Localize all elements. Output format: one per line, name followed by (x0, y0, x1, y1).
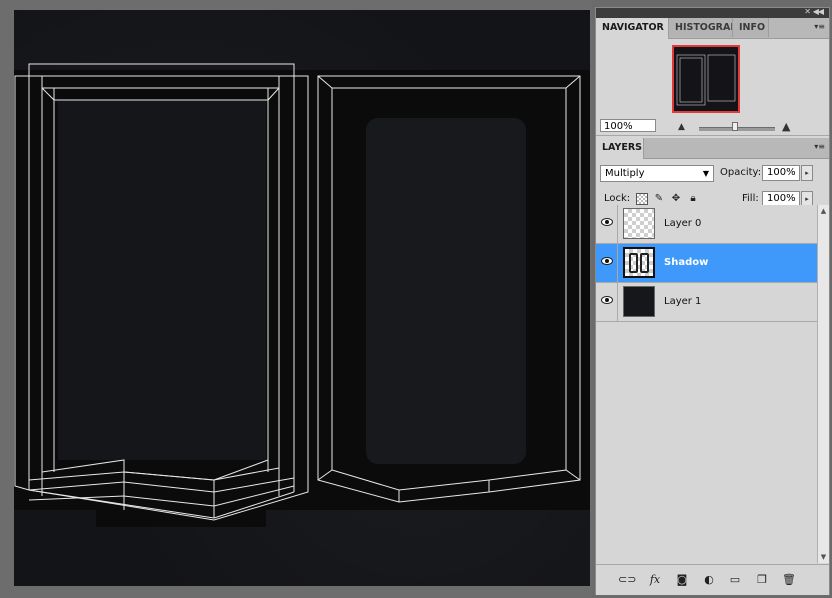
fx-icon[interactable]: fx (647, 573, 663, 587)
fill-label: Fill: (742, 193, 759, 204)
blend-mode-select[interactable]: Multiply ▼ (600, 165, 714, 182)
photoshop-window: ◀◀ ✕ NAVIGATOR HISTOGRAM INFO ▾≡ (0, 0, 832, 598)
panel-dock: ◀◀ ✕ NAVIGATOR HISTOGRAM INFO ▾≡ (595, 7, 830, 595)
checkerboard-icon[interactable] (636, 193, 648, 205)
tab-histogram[interactable]: HISTOGRAM (669, 18, 733, 37)
visibility-toggle[interactable] (596, 244, 618, 282)
close-icon[interactable]: ✕ (804, 7, 811, 16)
layer-row-layer-1[interactable]: Layer 1 (596, 283, 817, 322)
large-mountain-icon[interactable]: ▲ (782, 120, 790, 133)
move-icon[interactable]: ✥ (670, 193, 682, 205)
zoom-input[interactable]: 100% (600, 119, 656, 132)
tab-info[interactable]: INFO (733, 18, 769, 37)
new-layer-icon[interactable]: ❐ (754, 573, 770, 587)
blend-mode-value: Multiply (605, 168, 645, 179)
adjustment-icon[interactable]: ◐ (701, 573, 717, 587)
tab-navigator[interactable]: NAVIGATOR (596, 18, 669, 39)
navigator-preview-area (596, 39, 829, 117)
opacity-label: Opacity: (720, 167, 762, 178)
eye-icon (601, 218, 613, 226)
visibility-toggle[interactable] (596, 283, 618, 321)
layer-name: Layer 1 (664, 296, 702, 307)
layer-row-shadow[interactable]: Shadow (596, 244, 817, 283)
layer-name: Layer 0 (664, 218, 702, 229)
navigator-tab-bar: NAVIGATOR HISTOGRAM INFO ▾≡ (596, 18, 829, 39)
uv-wireframe (14, 63, 590, 527)
layers-tab-bar: LAYERS ▾≡ (596, 138, 829, 159)
tab-layers[interactable]: LAYERS (596, 138, 644, 159)
layer-thumbnail (623, 208, 655, 239)
layer-list: Layer 0 Shadow Layer 1 (596, 205, 817, 563)
eye-icon (601, 296, 613, 304)
opacity-input[interactable]: 100% (762, 165, 800, 181)
document-canvas[interactable] (14, 10, 590, 586)
navigator-zoom-row: 100% ▲ ▲ (596, 117, 829, 136)
layer-row-layer-0[interactable]: Layer 0 (596, 205, 817, 244)
layer-name: Shadow (664, 257, 709, 268)
layer-thumbnail (623, 247, 655, 278)
navigator-thumbnail-image (674, 47, 738, 111)
chevron-down-icon: ▼ (702, 169, 709, 178)
visibility-toggle[interactable] (596, 205, 618, 243)
link-icon[interactable]: ⊂⊃ (618, 573, 636, 587)
trash-icon[interactable]: 🗑︎ (781, 573, 797, 587)
small-mountain-icon[interactable]: ▲ (678, 122, 685, 132)
layer-thumbnail (623, 286, 655, 317)
panel-menu-icon[interactable]: ▾≡ (814, 23, 825, 31)
zoom-slider-thumb[interactable] (732, 122, 738, 131)
opacity-arrow-button[interactable]: ▸ (801, 165, 813, 181)
lock-label: Lock: (604, 193, 631, 204)
mask-icon[interactable]: ◙ (674, 573, 690, 587)
panel-menu-icon[interactable]: ▾≡ (814, 143, 825, 151)
eye-icon (601, 257, 613, 265)
scroll-up-icon[interactable]: ▲ (818, 205, 829, 217)
scroll-down-icon[interactable]: ▼ (818, 551, 829, 563)
layers-footer-toolbar: ⊂⊃ fx ◙ ◐ ▭ ❐ 🗑︎ (596, 564, 829, 595)
canvas-area[interactable] (0, 0, 592, 598)
layers-scrollbar[interactable]: ▲ ▼ (817, 205, 829, 563)
padlock-icon[interactable]: 🔒︎ (687, 193, 699, 205)
brush-icon[interactable]: ✎ (653, 193, 665, 205)
panel-title-bar[interactable]: ◀◀ ✕ (596, 7, 829, 18)
folder-icon[interactable]: ▭ (727, 573, 743, 587)
double-chevron-right-icon[interactable]: ◀◀ (813, 7, 824, 16)
navigator-thumbnail[interactable] (672, 45, 740, 113)
